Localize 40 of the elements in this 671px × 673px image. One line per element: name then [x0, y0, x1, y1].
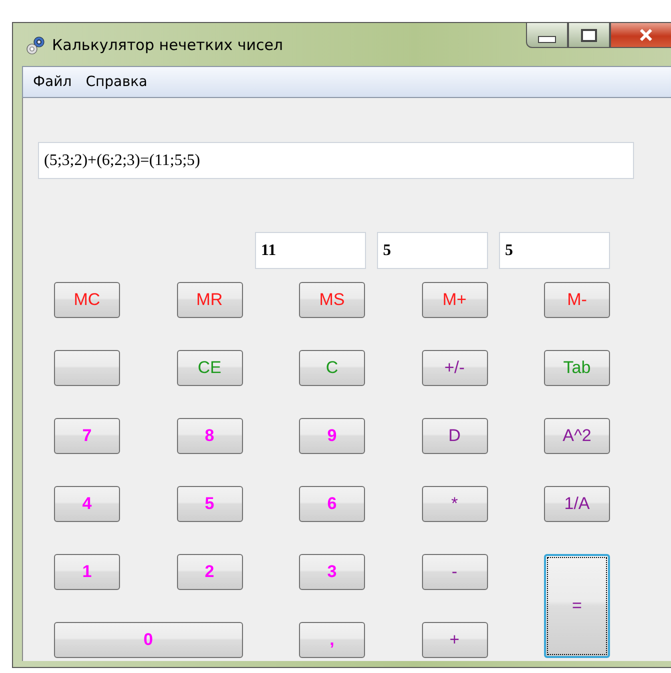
calc-button[interactable]: CE	[176, 350, 242, 386]
calc-button[interactable]: ,	[299, 622, 365, 658]
calc-button[interactable]: *	[422, 486, 488, 522]
number-field[interactable]: 5	[377, 232, 488, 269]
minimize-button[interactable]	[526, 22, 568, 48]
calc-button[interactable]: M+	[422, 282, 488, 318]
calc-button[interactable]: 1	[54, 554, 120, 590]
calc-button[interactable]: MR	[176, 282, 242, 318]
close-icon	[639, 29, 653, 41]
calc-button[interactable]: 2	[176, 554, 242, 590]
calc-button[interactable]: MS	[299, 282, 365, 318]
blank-button[interactable]	[54, 350, 120, 386]
calc-button[interactable]: =	[544, 554, 610, 658]
gears-icon	[25, 34, 47, 56]
number-field[interactable]: 5	[499, 232, 610, 269]
calc-button[interactable]: +/-	[422, 350, 488, 386]
calc-button[interactable]: 1/A	[544, 486, 610, 522]
calc-button[interactable]: 4	[54, 486, 120, 522]
expression-field[interactable]: (5;3;2)+(6;2;3)=(11;5;5)	[38, 142, 634, 179]
calc-button[interactable]: MC	[54, 282, 120, 318]
calc-button[interactable]: 7	[54, 418, 120, 454]
calc-button[interactable]: 5	[176, 486, 242, 522]
calc-button[interactable]: 0	[54, 622, 242, 658]
calc-button[interactable]: 6	[299, 486, 365, 522]
number-field[interactable]: 11	[255, 232, 366, 269]
calc-button[interactable]: M-	[544, 282, 610, 318]
calc-button[interactable]: 9	[299, 418, 365, 454]
close-button[interactable]	[610, 22, 671, 48]
menu-item[interactable]: Файл	[28, 72, 77, 92]
calc-button[interactable]: Tab	[544, 350, 610, 386]
calc-button[interactable]: 8	[176, 418, 242, 454]
calc-button[interactable]: C	[299, 350, 365, 386]
menu-item[interactable]: Справка	[80, 72, 152, 92]
calc-button[interactable]: +	[422, 622, 488, 658]
calc-button[interactable]: A^2	[544, 418, 610, 454]
window-title: Калькулятор нечетких чисел	[52, 36, 284, 54]
calc-button[interactable]: -	[422, 554, 488, 590]
calc-button[interactable]: 3	[299, 554, 365, 590]
maximize-button[interactable]	[568, 22, 610, 48]
calc-button[interactable]: D	[422, 418, 488, 454]
